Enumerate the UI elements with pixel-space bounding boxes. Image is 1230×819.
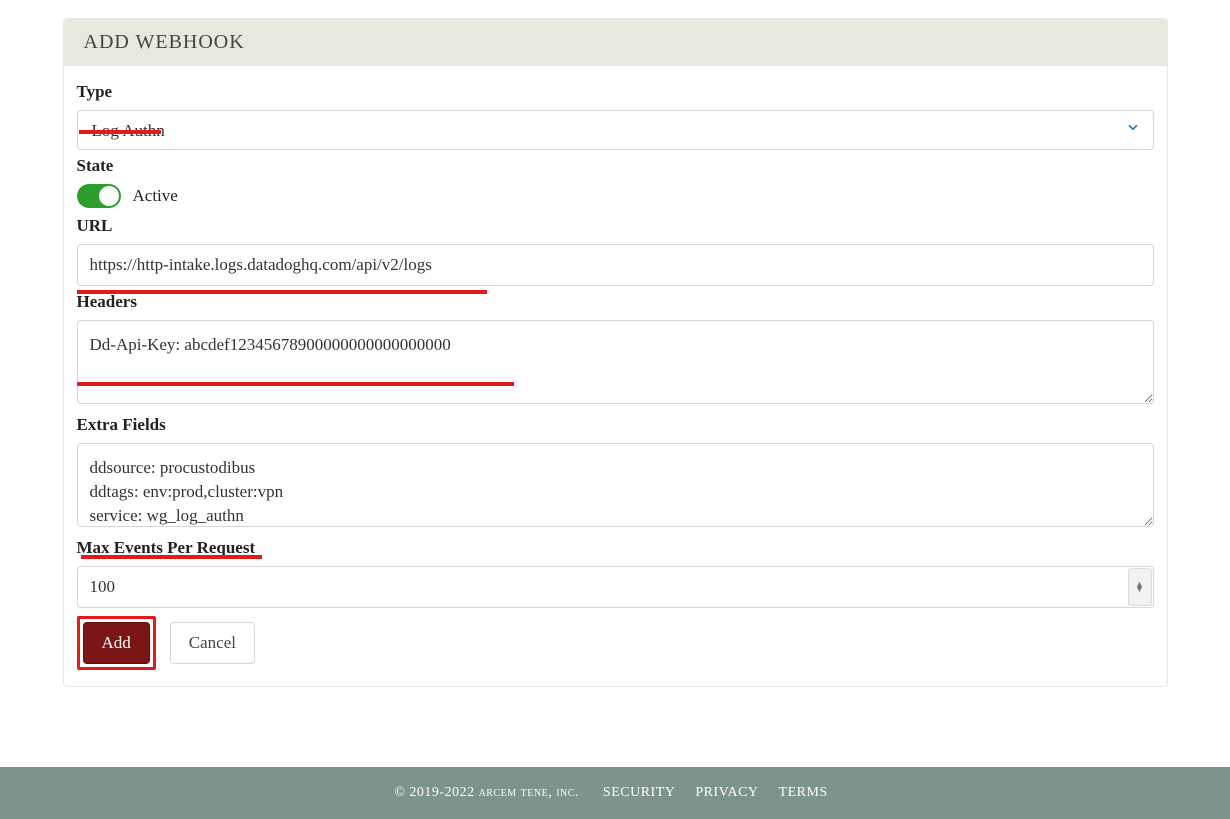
number-stepper[interactable]: ▲ ▼ (1128, 568, 1152, 606)
footer-copyright: © 2019-2022 arcem tene, inc. (394, 785, 579, 800)
card-body: Type Log Authn State Active URL Headers (64, 66, 1167, 686)
headers-textarea[interactable] (77, 320, 1154, 404)
footer-terms-link[interactable]: TERMS (779, 785, 828, 800)
url-input[interactable] (77, 244, 1154, 286)
webhook-form-card: ADD WEBHOOK Type Log Authn State Active … (63, 18, 1168, 687)
type-label: Type (77, 82, 1154, 102)
max-events-input[interactable] (77, 566, 1154, 608)
cancel-button[interactable]: Cancel (170, 622, 255, 664)
headers-label: Headers (77, 292, 1154, 312)
add-button[interactable]: Add (83, 622, 150, 664)
card-title: ADD WEBHOOK (64, 19, 1167, 66)
annotation-underline (81, 555, 262, 559)
add-button-highlight: Add (77, 616, 156, 670)
page-footer: © 2019-2022 arcem tene, inc. SECURITY PR… (0, 767, 1230, 819)
annotation-underline (77, 290, 487, 294)
stepper-down-icon: ▼ (1135, 587, 1144, 592)
footer-privacy-link[interactable]: PRIVACY (695, 785, 758, 800)
state-label: State (77, 156, 1154, 176)
state-toggle[interactable] (77, 184, 121, 208)
type-select[interactable]: Log Authn (77, 110, 1154, 150)
extra-label: Extra Fields (77, 415, 1154, 435)
url-label: URL (77, 216, 1154, 236)
annotation-underline (77, 382, 514, 386)
toggle-knob (99, 186, 119, 206)
state-text: Active (133, 186, 178, 206)
extra-fields-textarea[interactable] (77, 443, 1154, 527)
annotation-underline (79, 130, 161, 134)
footer-security-link[interactable]: SECURITY (603, 785, 675, 800)
